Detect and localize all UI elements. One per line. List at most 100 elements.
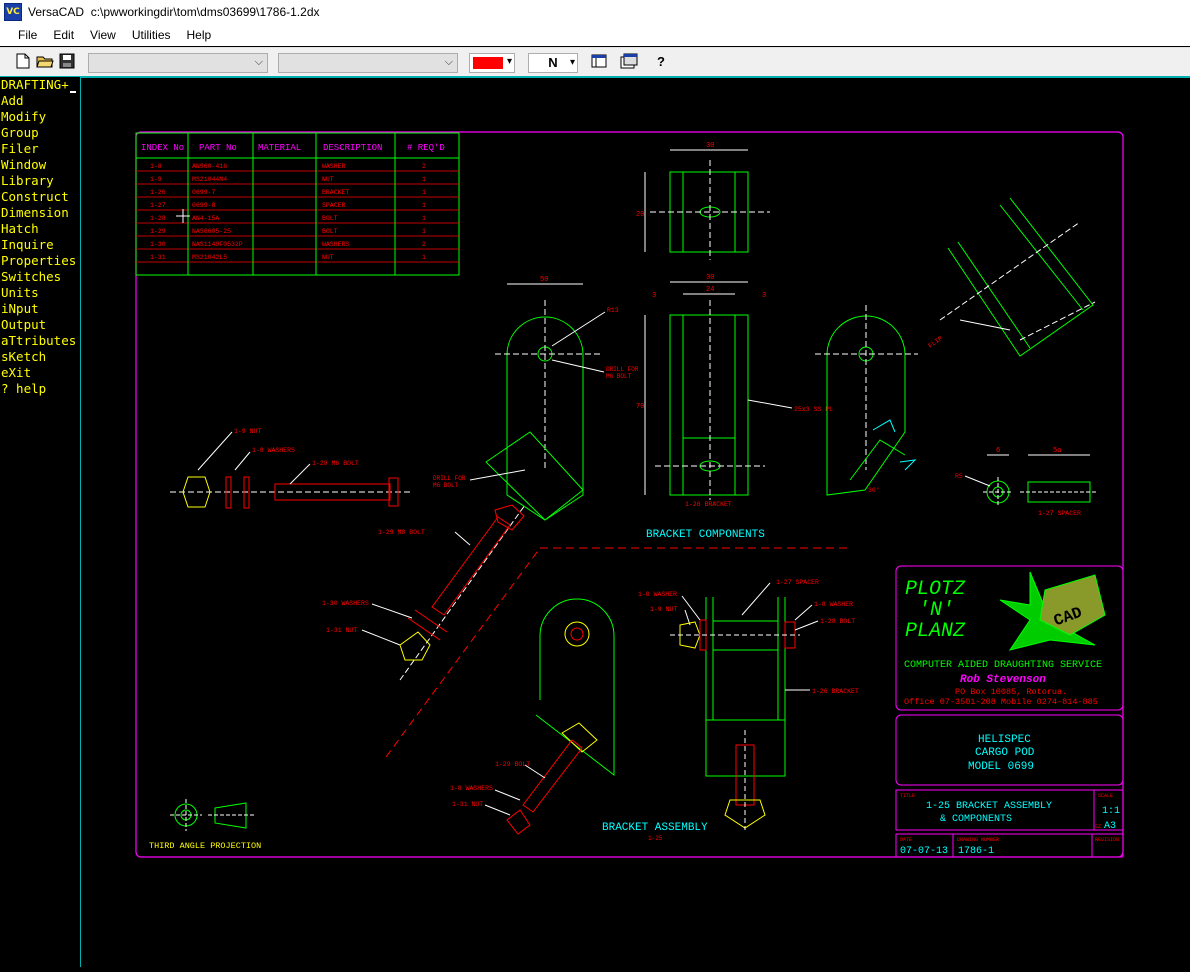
side-item-add[interactable]: Add [0, 93, 80, 109]
bom-cell: 1 [422, 254, 426, 261]
bom-cell: 1-29 [150, 228, 166, 235]
title-block: TITLE 1-25 BRACKET ASSEMBLY & COMPONENTS… [895, 789, 1124, 858]
drawing-canvas[interactable]: INDEX No PART No MATERIAL DESCRIPTION # … [82, 78, 1190, 967]
side-item-units[interactable]: Units [0, 285, 80, 301]
third-angle-label: THIRD ANGLE PROJECTION [149, 841, 261, 851]
assembly-bracket-front: 1-8 WASHER 1-9 NUT 1-27 SPACER 1-8 WASHE… [638, 579, 859, 830]
bom-cell: 0699-7 [192, 189, 216, 196]
side-item-input[interactable]: iNput [0, 301, 80, 317]
svg-text:1-27 SPACER: 1-27 SPACER [776, 579, 819, 586]
bom-cell: 1 [422, 228, 426, 235]
drawing-svg[interactable]: INDEX No PART No MATERIAL DESCRIPTION # … [82, 78, 1190, 967]
title-bar: VC VersaCAD c:\pwworkingdir\tom\dms03699… [0, 0, 1190, 24]
bracket-angled-view: FLIP [927, 197, 1096, 357]
save-icon[interactable] [58, 52, 76, 70]
menu-help[interactable]: Help [179, 24, 220, 46]
svg-text:30: 30 [706, 274, 714, 282]
bom-cell: 1-26 [150, 189, 166, 196]
menu-edit[interactable]: Edit [45, 24, 82, 46]
bom-cell: 1-30 [150, 241, 166, 248]
menu-view[interactable]: View [82, 24, 124, 46]
side-item-library[interactable]: Library [0, 173, 80, 189]
layer-combo[interactable]: ⌵ [88, 53, 268, 73]
bom-cell: 2 [422, 241, 426, 248]
bom-table: INDEX No PART No MATERIAL DESCRIPTION # … [135, 132, 460, 276]
bom-cell: 1-31 [150, 254, 166, 261]
properties-icon[interactable] [620, 52, 638, 70]
svg-text:3: 3 [762, 292, 766, 300]
side-item-modify[interactable]: Modify [0, 109, 80, 125]
menu-utilities[interactable]: Utilities [124, 24, 179, 46]
new-file-icon[interactable] [14, 52, 32, 70]
svg-text:SZ: SZ [1095, 824, 1101, 830]
bracket-assembly-label: BRACKET ASSEMBLY [602, 822, 708, 834]
assembly-bracket-side: 1-29 BOLT 1-8 WASHERS 1-31 NUT [450, 598, 615, 835]
help-icon[interactable]: ? [652, 52, 670, 70]
bom-header-description: DESCRIPTION [323, 143, 382, 153]
menu-bar: File Edit View Utilities Help [0, 24, 1190, 46]
side-item-output[interactable]: Output [0, 317, 80, 333]
third-angle-symbol: THIRD ANGLE PROJECTION [149, 799, 261, 851]
bom-cell: NUT [322, 176, 334, 183]
svg-text:PLOTZ: PLOTZ [905, 578, 966, 601]
side-item-sketch[interactable]: sKetch [0, 349, 80, 365]
bom-header-material: MATERIAL [258, 143, 301, 153]
svg-text:1-8 WASHERS: 1-8 WASHERS [450, 785, 493, 792]
window-layout-icon[interactable] [590, 52, 608, 70]
bom-cell: BOLT [322, 215, 338, 222]
svg-text:TITLE: TITLE [900, 793, 915, 799]
side-item-switches[interactable]: Switches [0, 269, 80, 285]
svg-text:1-8 WASHER: 1-8 WASHER [814, 601, 853, 608]
svg-text:DRILL FORM6 BOLT: DRILL FOR M6 BOLT [433, 475, 466, 489]
svg-text:1-8 WASHERS: 1-8 WASHERS [252, 447, 295, 454]
side-item-window[interactable]: Window [0, 157, 80, 173]
bracket-components-label: BRACKET COMPONENTS [646, 529, 765, 541]
svg-text:R5: R5 [955, 473, 963, 480]
app-icon[interactable]: VC [4, 3, 22, 21]
side-item-inquire[interactable]: Inquire [0, 237, 80, 253]
side-item-help[interactable]: ? help [0, 381, 80, 397]
svg-text:1-30 WASHERS: 1-30 WASHERS [322, 600, 369, 607]
pen-selector[interactable]: N ▾ [528, 53, 578, 73]
side-item-properties[interactable]: Properties [0, 253, 80, 269]
side-item-group[interactable]: Group [0, 125, 80, 141]
bom-cell: WASHER [322, 163, 346, 170]
open-folder-icon[interactable] [36, 52, 54, 70]
svg-text:1-9 NUT: 1-9 NUT [234, 428, 261, 435]
linetype-combo[interactable]: ⌵ [278, 53, 458, 73]
svg-text:1-28 BOLT: 1-28 BOLT [820, 618, 855, 625]
color-picker[interactable]: ▾ [469, 53, 515, 73]
svg-text:30: 30 [706, 142, 714, 150]
drawing-title-1: 1-25 BRACKET ASSEMBLY [926, 801, 1052, 812]
bracket-assembly-sub: 1-25 [648, 835, 663, 842]
side-item-filer[interactable]: Filer [0, 141, 80, 157]
side-item-exit[interactable]: eXit [0, 365, 80, 381]
svg-text:1-26 BRACKET: 1-26 BRACKET [812, 688, 859, 695]
company-service: COMPUTER AIDED DRAUGHTING SERVICE [904, 660, 1102, 671]
bom-cell: 1 [422, 176, 426, 183]
exploded-bolt-m8: 1-29 M8 BOLT 1-30 WASHERS 1-31 NUT [322, 504, 526, 681]
side-item-attributes[interactable]: aTtributes [0, 333, 80, 349]
drawing-title-2: & COMPONENTS [940, 814, 1012, 825]
bom-cell: 1-27 [150, 202, 166, 209]
svg-text:1-26 BRACKET: 1-26 BRACKET [685, 501, 732, 508]
company-name: Rob Stevenson [960, 674, 1046, 686]
svg-text:24: 24 [706, 286, 714, 294]
spacer-top-view: 30 20 [636, 142, 770, 260]
menu-file[interactable]: File [10, 24, 45, 46]
drawing-scale: 1:1 [1102, 806, 1120, 817]
bom-cell: 1-8 [150, 163, 162, 170]
project-block: HELISPEC CARGO POD MODEL 0699 [895, 714, 1124, 786]
bom-cell: NUT [322, 254, 334, 261]
bom-cell: 1-9 [150, 176, 162, 183]
company-phones: Office 07-3501-208 Mobile 0274-814-885 [904, 697, 1098, 707]
side-item-construct[interactable]: Construct [0, 189, 80, 205]
svg-text:1-29 BOLT: 1-29 BOLT [495, 761, 530, 768]
bom-header-part: PART No [199, 143, 237, 153]
bom-cell: WASHERS [322, 241, 349, 248]
side-item-hatch[interactable]: Hatch [0, 221, 80, 237]
side-item-dimension[interactable]: Dimension [0, 205, 80, 221]
company-address: PO Box 10085, Rotorua. [955, 687, 1067, 697]
bracket-side-view-right: 30° [815, 305, 918, 496]
bracket-side-view-left: 50 R13 DRILL FOR M6 BOLT DRILL FOR M6 BOLT [433, 276, 639, 521]
